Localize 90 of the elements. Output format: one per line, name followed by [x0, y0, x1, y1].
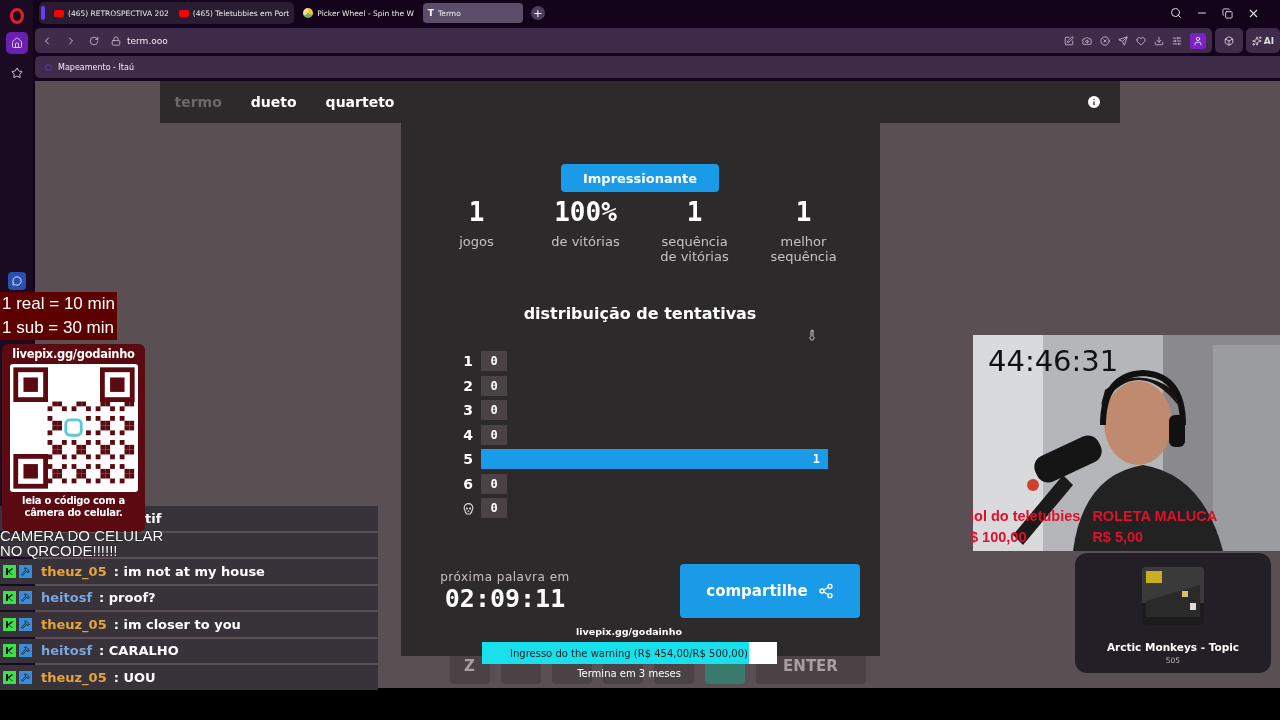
hammer-badge-icon — [19, 591, 32, 605]
guess-number: 2 — [462, 377, 474, 394]
chat-text: : im not at my house — [113, 563, 265, 579]
countdown: 02:09:11 — [444, 583, 566, 613]
guess-number: 6 — [462, 475, 474, 492]
new-tab-button[interactable]: + — [530, 6, 545, 20]
guess-number: 4 — [462, 426, 474, 443]
restore-icon[interactable] — [1222, 7, 1233, 19]
guess-number: 5 — [462, 451, 474, 467]
chat-text: : UOU — [113, 669, 156, 685]
star-icon — [10, 67, 23, 79]
qr-caption: leia o código com a câmera do celular. — [21, 495, 126, 519]
goal-price: R$ 5,00 — [1092, 528, 1145, 547]
distribution-bar: 0 — [481, 351, 507, 371]
alert-text: NO QRCODE!!!!!! — [0, 543, 118, 558]
shield-icon[interactable] — [1099, 35, 1110, 46]
guess-number: 1 — [462, 353, 474, 369]
distribution-bar: 1 — [481, 449, 828, 469]
home-button[interactable] — [5, 32, 28, 54]
stat-label: melhor sequência — [770, 234, 837, 264]
site-icon: T — [427, 8, 434, 18]
alert-text: CAMERA DO CELULAR — [0, 529, 164, 544]
settings-icon[interactable] — [1171, 35, 1182, 46]
chat-username: theuz_05 — [41, 563, 107, 579]
heart-icon[interactable] — [1135, 35, 1146, 46]
edit-icon[interactable] — [1063, 35, 1074, 46]
stat-value: 100% — [554, 196, 617, 229]
lock-icon — [111, 35, 121, 46]
stat-label: jogos — [459, 234, 494, 249]
toast: Impressionante — [560, 164, 720, 192]
stat-label: de vitórias — [551, 234, 620, 249]
subscriber-badge-icon — [3, 617, 16, 631]
hammer-badge-icon — [19, 644, 32, 658]
stat-value: 1 — [468, 196, 485, 229]
video-icon — [54, 9, 64, 17]
reload-icon[interactable] — [89, 35, 99, 46]
distribution-title: distribuição de tentativas — [523, 304, 757, 323]
subscriber-badge-icon — [3, 564, 16, 578]
wheel-icon — [303, 8, 314, 18]
music-title: Arctic Monkeys - Topic — [1106, 641, 1240, 653]
goal-label: Ingresso do the warning (R$ 454,00/R$ 500,00) — [509, 646, 749, 661]
chat-text: tif — [145, 510, 162, 526]
browser-logo[interactable] — [9, 8, 24, 24]
sparkle-icon — [1251, 35, 1262, 46]
stat-value: 1 — [795, 196, 812, 229]
video-icon — [178, 9, 189, 17]
stat-value: 1 — [686, 196, 703, 229]
distribution-bar: 0 — [481, 375, 507, 396]
chat-username: theuz_05 — [41, 616, 107, 632]
subscriber-badge-icon — [3, 591, 16, 605]
tab-group-marker — [41, 6, 45, 20]
rate-text: 1 real = 10 min — [2, 293, 115, 315]
camera-icon[interactable] — [1081, 35, 1092, 46]
extensions-button[interactable] — [1214, 28, 1243, 53]
hammer-badge-icon — [19, 617, 32, 631]
hammer-badge-icon — [19, 564, 32, 578]
profile-button[interactable] — [1189, 32, 1206, 49]
home-icon — [10, 37, 23, 49]
address-field[interactable]: term.ooo — [127, 35, 168, 46]
stream-timer: 44:46:31 — [988, 344, 1119, 378]
cube-icon — [1223, 35, 1234, 46]
subscriber-badge-icon — [3, 644, 16, 658]
distribution-bar: 0 — [481, 498, 507, 518]
hammer-badge-icon — [19, 670, 32, 684]
nav-link[interactable]: quarteto — [325, 94, 395, 110]
chat-text: : im closer to you — [113, 616, 241, 632]
guess-number: 3 — [462, 402, 474, 418]
goal-deadline: Termina em 3 meses — [577, 668, 681, 679]
chat-username: theuz_05 — [41, 669, 107, 685]
distribution-bar: 0 — [481, 473, 507, 494]
rate-text: 1 sub = 30 min — [2, 317, 115, 339]
chat-username: heitosf — [41, 643, 93, 659]
stat-label: sequência de vitórias — [660, 234, 729, 264]
subscriber-badge-icon — [3, 670, 16, 684]
bookmark-link[interactable]: Mapeamento - Itaú — [58, 62, 134, 72]
chat-text: : CARALHO — [99, 643, 179, 659]
nav-link[interactable]: dueto — [250, 94, 297, 110]
distribution-bar: 0 — [481, 424, 507, 445]
chat-text: : proof? — [99, 590, 156, 606]
next-word-label: próxima palavra em — [440, 569, 570, 584]
ai-button[interactable]: AI — [1245, 28, 1280, 53]
info-icon[interactable] — [1085, 94, 1102, 110]
messenger-icon[interactable] — [7, 272, 26, 290]
search-icon[interactable] — [1170, 7, 1182, 19]
download-icon[interactable] — [1153, 35, 1164, 46]
person-icon — [1192, 35, 1203, 46]
share-icon — [817, 583, 834, 599]
send-icon[interactable] — [1117, 35, 1128, 46]
distribution-bar: 0 — [481, 400, 507, 420]
chat-username: heitosf — [41, 590, 93, 606]
